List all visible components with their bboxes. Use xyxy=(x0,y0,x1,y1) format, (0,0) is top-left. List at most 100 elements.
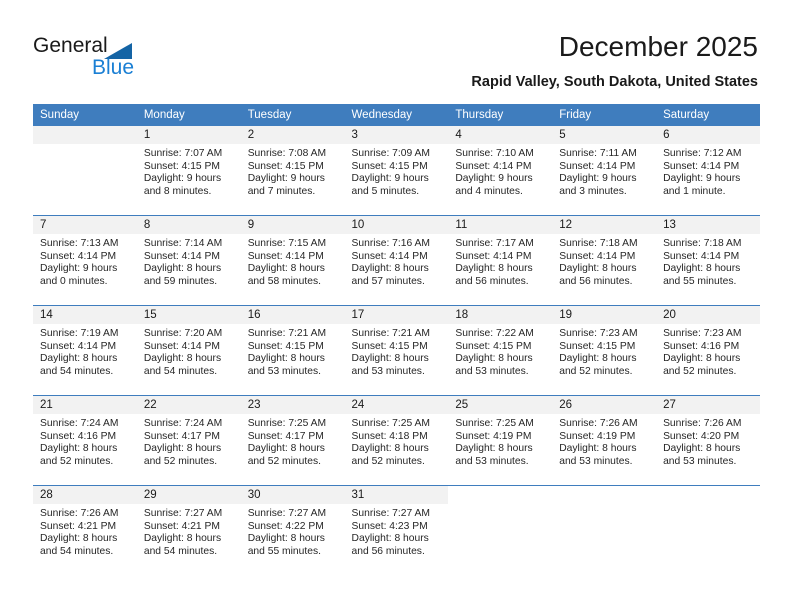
day-sunset-text: Sunset: 4:15 PM xyxy=(559,340,636,352)
calendar-day-cell[interactable]: 5 Sunrise: 7:11 AM Sunset: 4:14 PM Daylight… xyxy=(552,126,657,216)
day-sunrise-text: Sunrise: 7:08 AM xyxy=(247,148,327,159)
day-daylight-text: and 52 minutes. xyxy=(143,455,218,467)
day-number xyxy=(552,486,656,504)
day-daylight-text: Daylight: 8 hours xyxy=(40,443,118,455)
day-daylight-text: and 53 minutes. xyxy=(663,455,737,467)
calendar-day-cell[interactable]: 17 Sunrise: 7:21 AM Sunset: 4:15 PM Dayligh… xyxy=(344,305,449,396)
calendar-day-cell[interactable]: 4 Sunrise: 7:10 AM Sunset: 4:14 PM Daylight… xyxy=(448,126,553,216)
day-daylight-text: Daylight: 8 hours xyxy=(663,263,741,275)
calendar-day-cell[interactable]: 13 Sunrise: 7:18 AM Sunset: 4:14 PM Dayligh… xyxy=(656,215,760,306)
day-number: 26 xyxy=(552,396,657,414)
calendar-day-cell[interactable]: 14 Sunrise: 7:19 AM Sunset: 4:14 PM Dayligh… xyxy=(33,305,137,396)
day-daylight-text: and 54 minutes. xyxy=(40,365,114,377)
calendar-day-cell[interactable]: 6 Sunrise: 7:12 AM Sunset: 4:14 PM Daylight… xyxy=(656,126,760,216)
calendar-day-cell[interactable]: 22 Sunrise: 7:24 AM Sunset: 4:17 PM Dayligh… xyxy=(136,395,241,486)
day-number: 20 xyxy=(656,306,760,324)
calendar-day-cell[interactable] xyxy=(33,126,137,216)
day-daylight-text: and 55 minutes. xyxy=(663,275,737,287)
day-sunset-text: Sunset: 4:19 PM xyxy=(559,430,636,442)
day-cell-inner xyxy=(33,126,137,215)
calendar-day-cell[interactable]: 9 Sunrise: 7:15 AM Sunset: 4:14 PM Daylight… xyxy=(240,215,345,306)
day-details xyxy=(448,504,552,508)
calendar-day-cell[interactable]: 2 Sunrise: 7:08 AM Sunset: 4:15 PM Daylight… xyxy=(240,126,345,216)
day-daylight-text: Daylight: 8 hours xyxy=(143,353,222,365)
calendar-day-cell[interactable]: 24 Sunrise: 7:25 AM Sunset: 4:18 PM Dayligh… xyxy=(344,395,449,486)
day-number: 19 xyxy=(552,306,657,324)
day-sunrise-text: Sunrise: 7:12 AM xyxy=(663,148,742,159)
calendar-day-cell[interactable] xyxy=(448,485,553,575)
day-daylight-text: and 56 minutes. xyxy=(351,545,425,557)
day-number: 17 xyxy=(344,306,449,324)
day-sunset-text: Sunset: 4:14 PM xyxy=(40,250,117,262)
page-header: General Blue December 2025 Rapid Valley,… xyxy=(0,0,792,100)
calendar-day-cell[interactable]: 11 Sunrise: 7:17 AM Sunset: 4:14 PM Dayligh… xyxy=(448,215,553,306)
day-cell-inner: 2 Sunrise: 7:08 AM Sunset: 4:15 PM Daylight… xyxy=(240,126,345,215)
day-daylight-text: and 52 minutes. xyxy=(40,455,114,467)
day-number xyxy=(448,486,552,504)
day-number: 16 xyxy=(240,306,345,324)
day-details: Sunrise: 7:09 AM Sunset: 4:15 PM Daylight:… xyxy=(345,144,449,198)
calendar-day-cell[interactable]: 21 Sunrise: 7:24 AM Sunset: 4:16 PM Dayligh… xyxy=(33,395,137,486)
day-daylight-text: Daylight: 8 hours xyxy=(455,263,533,275)
calendar-day-cell[interactable]: 26 Sunrise: 7:26 AM Sunset: 4:19 PM Dayligh… xyxy=(552,395,657,486)
day-sunrise-text: Sunrise: 7:18 AM xyxy=(559,238,638,249)
day-sunrise-text: Sunrise: 7:16 AM xyxy=(351,238,430,249)
day-daylight-text: and 3 minutes. xyxy=(559,185,627,197)
calendar-day-cell[interactable]: 1 Sunrise: 7:07 AM Sunset: 4:15 PM Daylight… xyxy=(136,126,241,216)
day-daylight-text: and 53 minutes. xyxy=(455,455,529,467)
day-number: 10 xyxy=(344,216,449,234)
day-details xyxy=(656,504,760,508)
day-details: Sunrise: 7:26 AM Sunset: 4:21 PM Daylight:… xyxy=(33,504,137,558)
day-daylight-text: Daylight: 8 hours xyxy=(247,533,325,545)
calendar-day-cell[interactable]: 10 Sunrise: 7:16 AM Sunset: 4:14 PM Dayligh… xyxy=(344,215,449,306)
day-details: Sunrise: 7:24 AM Sunset: 4:17 PM Daylight:… xyxy=(137,414,241,468)
day-sunset-text: Sunset: 4:18 PM xyxy=(351,430,428,442)
calendar-day-cell[interactable]: 8 Sunrise: 7:14 AM Sunset: 4:14 PM Daylight… xyxy=(136,215,241,306)
day-details: Sunrise: 7:14 AM Sunset: 4:14 PM Daylight:… xyxy=(137,234,241,288)
day-cell-inner: 8 Sunrise: 7:14 AM Sunset: 4:14 PM Daylight… xyxy=(136,216,241,305)
day-daylight-text: Daylight: 8 hours xyxy=(247,443,325,455)
calendar-day-cell[interactable]: 25 Sunrise: 7:25 AM Sunset: 4:19 PM Dayligh… xyxy=(448,395,553,486)
day-sunrise-text: Sunrise: 7:13 AM xyxy=(40,238,119,249)
calendar-day-cell[interactable]: 29 Sunrise: 7:27 AM Sunset: 4:21 PM Dayligh… xyxy=(136,485,241,575)
calendar-week-row: 1 Sunrise: 7:07 AM Sunset: 4:15 PM Daylight… xyxy=(33,126,760,216)
day-details: Sunrise: 7:26 AM Sunset: 4:19 PM Daylight:… xyxy=(552,414,656,468)
calendar-day-cell[interactable]: 7 Sunrise: 7:13 AM Sunset: 4:14 PM Daylight… xyxy=(33,215,137,306)
day-sunset-text: Sunset: 4:14 PM xyxy=(247,250,324,262)
calendar-day-cell[interactable]: 20 Sunrise: 7:23 AM Sunset: 4:16 PM Dayligh… xyxy=(656,305,760,396)
day-sunrise-text: Sunrise: 7:07 AM xyxy=(143,148,223,159)
calendar-day-cell[interactable] xyxy=(656,485,760,575)
calendar-day-cell[interactable]: 16 Sunrise: 7:21 AM Sunset: 4:15 PM Dayligh… xyxy=(240,305,345,396)
weekday-header-wednesday: Wednesday xyxy=(344,104,449,126)
day-daylight-text: Daylight: 8 hours xyxy=(247,353,325,365)
calendar-day-cell[interactable]: 27 Sunrise: 7:26 AM Sunset: 4:20 PM Dayligh… xyxy=(656,395,760,486)
calendar-day-cell[interactable]: 3 Sunrise: 7:09 AM Sunset: 4:15 PM Daylight… xyxy=(344,126,449,216)
day-cell-inner: 20 Sunrise: 7:23 AM Sunset: 4:16 PM Dayligh… xyxy=(656,306,760,395)
page-subtitle: Rapid Valley, South Dakota, United State… xyxy=(471,74,758,90)
calendar-day-cell[interactable]: 15 Sunrise: 7:20 AM Sunset: 4:14 PM Dayligh… xyxy=(136,305,241,396)
day-details: Sunrise: 7:20 AM Sunset: 4:14 PM Daylight:… xyxy=(137,324,241,378)
day-cell-inner: 15 Sunrise: 7:20 AM Sunset: 4:14 PM Dayligh… xyxy=(136,306,241,395)
day-sunrise-text: Sunrise: 7:19 AM xyxy=(40,328,119,339)
day-details: Sunrise: 7:16 AM Sunset: 4:14 PM Daylight:… xyxy=(345,234,449,288)
calendar-day-cell[interactable] xyxy=(552,485,657,575)
day-cell-inner: 25 Sunrise: 7:25 AM Sunset: 4:19 PM Dayligh… xyxy=(448,396,553,485)
day-cell-inner xyxy=(448,486,552,575)
weekday-header-tuesday: Tuesday xyxy=(240,104,345,126)
calendar-day-cell[interactable]: 30 Sunrise: 7:27 AM Sunset: 4:22 PM Dayligh… xyxy=(240,485,345,575)
day-daylight-text: and 59 minutes. xyxy=(143,275,218,287)
calendar-day-cell[interactable]: 28 Sunrise: 7:26 AM Sunset: 4:21 PM Dayligh… xyxy=(33,485,137,575)
calendar-day-cell[interactable]: 12 Sunrise: 7:18 AM Sunset: 4:14 PM Dayligh… xyxy=(552,215,657,306)
calendar-day-cell[interactable]: 31 Sunrise: 7:27 AM Sunset: 4:23 PM Dayligh… xyxy=(344,485,449,575)
calendar-day-cell[interactable]: 18 Sunrise: 7:22 AM Sunset: 4:15 PM Dayligh… xyxy=(448,305,553,396)
day-daylight-text: Daylight: 9 hours xyxy=(40,263,118,275)
day-daylight-text: Daylight: 9 hours xyxy=(351,173,429,185)
day-sunrise-text: Sunrise: 7:25 AM xyxy=(455,418,534,429)
calendar-day-cell[interactable]: 19 Sunrise: 7:23 AM Sunset: 4:15 PM Dayligh… xyxy=(552,305,657,396)
calendar-header-row: Sunday Monday Tuesday Wednesday Thursday… xyxy=(33,104,760,126)
calendar-day-cell[interactable]: 23 Sunrise: 7:25 AM Sunset: 4:17 PM Dayligh… xyxy=(240,395,345,486)
day-cell-inner: 13 Sunrise: 7:18 AM Sunset: 4:14 PM Dayligh… xyxy=(656,216,760,305)
day-daylight-text: Daylight: 8 hours xyxy=(40,353,118,365)
day-cell-inner: 18 Sunrise: 7:22 AM Sunset: 4:15 PM Dayligh… xyxy=(448,306,553,395)
day-cell-inner: 24 Sunrise: 7:25 AM Sunset: 4:18 PM Dayligh… xyxy=(344,396,449,485)
